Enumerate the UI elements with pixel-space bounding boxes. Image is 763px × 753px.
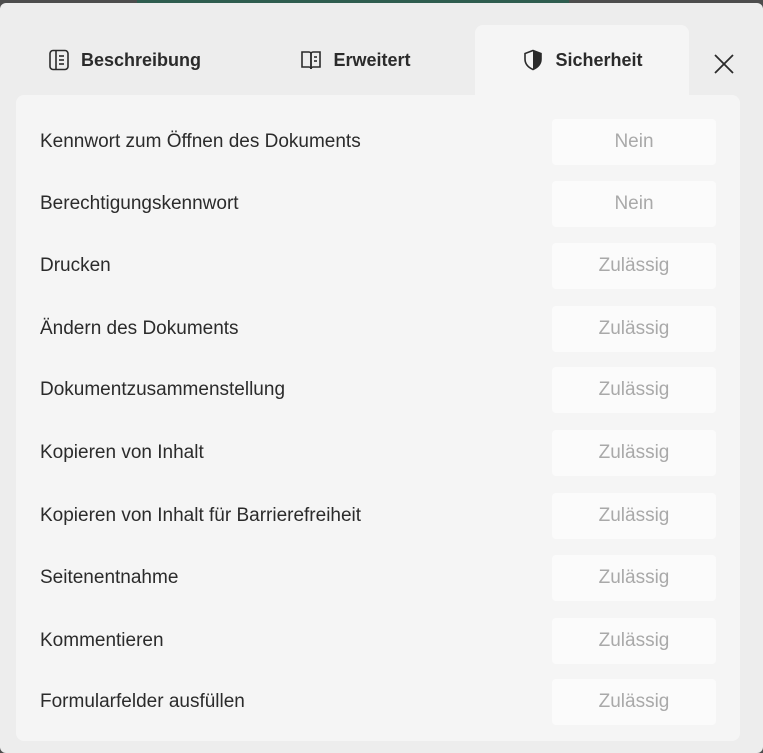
security-row: Drucken Zulässig bbox=[16, 243, 740, 291]
security-row: Formularfelder ausfüllen Zulässig bbox=[16, 679, 740, 727]
tab-sicherheit-label: Sicherheit bbox=[555, 49, 643, 70]
document-properties-dialog: Beschreibung Erweitert Sicherheit Kennwo… bbox=[0, 3, 763, 753]
tab-beschreibung-label: Beschreibung bbox=[80, 49, 202, 70]
security-row-value: Zulässig bbox=[552, 493, 716, 539]
security-row-value: Zulässig bbox=[552, 367, 716, 413]
close-button[interactable] bbox=[707, 49, 741, 83]
security-row-value: Nein bbox=[552, 181, 716, 227]
security-row-label: Dokumentzusammenstellung bbox=[40, 379, 286, 400]
security-row-label: Kennwort zum Öffnen des Dokuments bbox=[40, 131, 361, 152]
security-row-label: Kopieren von Inhalt bbox=[40, 442, 204, 463]
security-row-label: Berechtigungskennwort bbox=[40, 193, 239, 214]
security-row-label: Kommentieren bbox=[40, 630, 164, 651]
security-row-value: Zulässig bbox=[552, 306, 716, 352]
security-row-label: Ändern des Dokuments bbox=[40, 318, 239, 339]
document-list-icon bbox=[47, 48, 71, 72]
security-row: Dokumentzusammenstellung Zulässig bbox=[16, 367, 740, 415]
security-row: Kopieren von Inhalt für Barrierefreiheit… bbox=[16, 493, 740, 541]
security-row-value: Zulässig bbox=[552, 555, 716, 601]
shield-icon bbox=[521, 48, 545, 72]
security-row-label: Formularfelder ausfüllen bbox=[40, 691, 245, 712]
security-row-value: Nein bbox=[552, 119, 716, 165]
tab-beschreibung[interactable]: Beschreibung bbox=[36, 25, 212, 95]
security-row: Kennwort zum Öffnen des Dokuments Nein bbox=[16, 119, 740, 167]
tab-sicherheit[interactable]: Sicherheit bbox=[475, 25, 689, 95]
security-row-label: Drucken bbox=[40, 255, 111, 276]
tab-erweitert[interactable]: Erweitert bbox=[280, 25, 430, 95]
open-book-icon bbox=[299, 48, 323, 72]
security-row-value: Zulässig bbox=[552, 679, 716, 725]
security-row: Kopieren von Inhalt Zulässig bbox=[16, 430, 740, 478]
security-row: Berechtigungskennwort Nein bbox=[16, 181, 740, 229]
security-properties-panel: Kennwort zum Öffnen des Dokuments Nein B… bbox=[16, 95, 740, 741]
security-row: Seitenentnahme Zulässig bbox=[16, 555, 740, 603]
close-icon bbox=[713, 53, 735, 80]
security-row-value: Zulässig bbox=[552, 430, 716, 476]
security-row-label: Seitenentnahme bbox=[40, 567, 179, 588]
security-row: Kommentieren Zulässig bbox=[16, 618, 740, 666]
security-row: Ändern des Dokuments Zulässig bbox=[16, 306, 740, 354]
security-row-label: Kopieren von Inhalt für Barrierefreiheit bbox=[40, 505, 362, 526]
tab-bar: Beschreibung Erweitert Sicherheit bbox=[0, 25, 763, 97]
security-row-value: Zulässig bbox=[552, 243, 716, 289]
tab-erweitert-label: Erweitert bbox=[333, 49, 411, 70]
security-row-value: Zulässig bbox=[552, 618, 716, 664]
